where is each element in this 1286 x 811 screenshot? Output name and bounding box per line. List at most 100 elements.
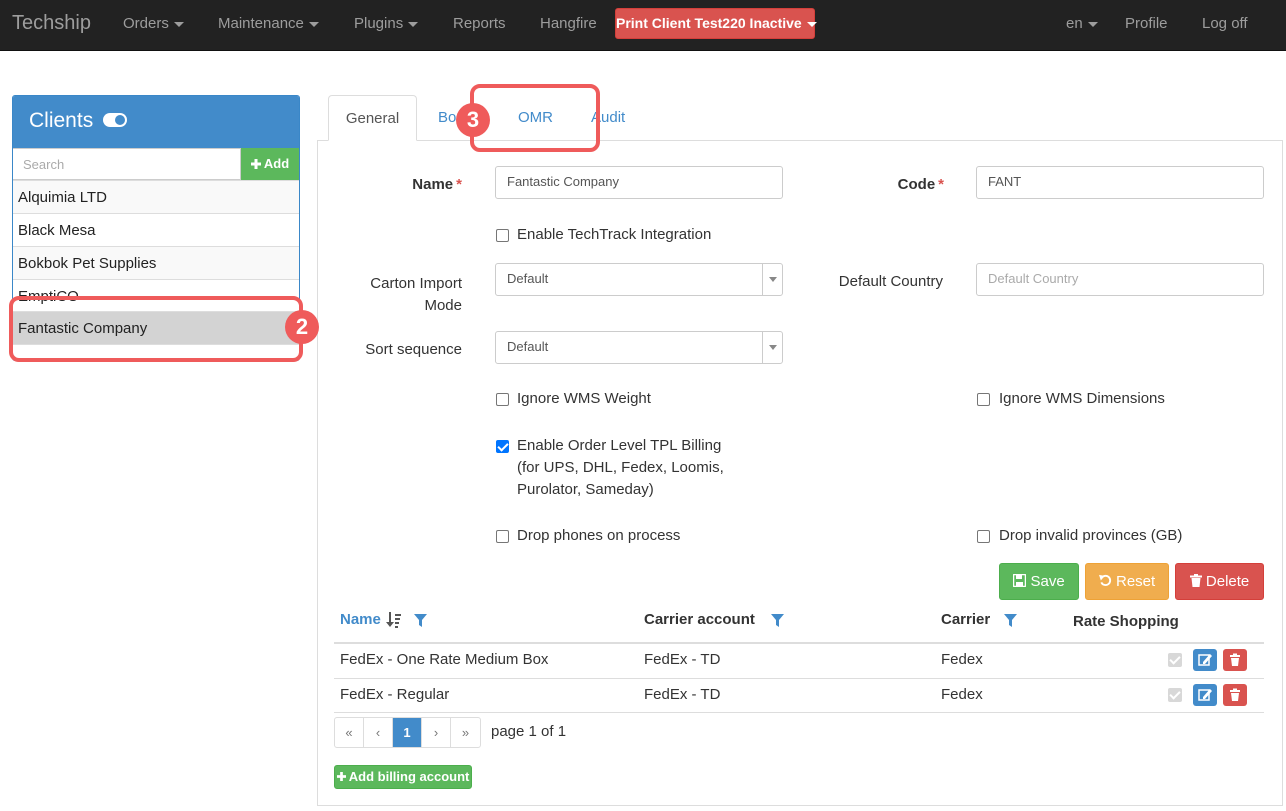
drop-provinces-label: Drop invalid provinces (GB) (999, 527, 1183, 544)
edit-button[interactable] (1193, 649, 1217, 671)
floppy-icon (1013, 573, 1027, 588)
plus-icon (336, 772, 346, 781)
name-label-text: Name (412, 176, 454, 193)
nav-maintenance-label: Maintenance (218, 15, 304, 32)
sort-sequence-label: Sort sequence (365, 341, 462, 358)
delete-row-button[interactable] (1223, 649, 1247, 671)
edit-icon (1198, 689, 1212, 701)
header-name-label: Name (340, 611, 381, 628)
add-client-label: Add (263, 156, 290, 171)
techtrack-label: Enable TechTrack Integration (517, 226, 712, 243)
nav-orders[interactable]: Orders (123, 15, 184, 32)
pager-first[interactable]: « (335, 718, 364, 747)
drop-phones-checkbox[interactable] (496, 530, 509, 543)
annotation-badge-2: 2 (285, 310, 319, 344)
client-list-item[interactable]: Black Mesa (13, 214, 299, 247)
nav-plugins[interactable]: Plugins (354, 15, 419, 32)
carton-import-select[interactable]: Default (495, 263, 783, 296)
add-client-button[interactable]: Add (241, 148, 299, 180)
client-list-item[interactable]: Alquimia LTD (13, 181, 299, 214)
drop-phones-label: Drop phones on process (517, 527, 681, 544)
pager-info: page 1 of 1 (491, 723, 567, 740)
ignore-dimensions-checkbox[interactable] (977, 393, 990, 406)
nav-orders-label: Orders (123, 15, 169, 32)
header-rate-shopping: Rate Shopping (1073, 613, 1179, 630)
ignore-weight-checkbox[interactable] (496, 393, 509, 406)
pager-last[interactable]: » (451, 718, 480, 747)
delete-button[interactable]: Delete (1175, 563, 1264, 600)
edit-icon (1198, 654, 1212, 666)
reset-button[interactable]: Reset (1085, 563, 1169, 600)
delete-label: Delete (1205, 573, 1250, 590)
chevron-down-icon (173, 21, 184, 27)
nav-profile[interactable]: Profile (1125, 15, 1168, 32)
clients-title: Clients (29, 109, 94, 132)
chevron-down-icon (762, 332, 782, 363)
cell-carrier: Fedex (941, 686, 983, 703)
header-name[interactable]: Name (340, 611, 381, 628)
filter-icon[interactable] (1004, 614, 1017, 627)
sort-sequence-select[interactable]: Default (495, 331, 783, 364)
save-button[interactable]: Save (999, 563, 1079, 600)
ignore-dimensions-label: Ignore WMS Dimensions (999, 390, 1165, 407)
chevron-down-icon (308, 21, 319, 27)
filter-icon[interactable] (414, 614, 427, 627)
nav-reports[interactable]: Reports (453, 15, 506, 32)
nav-logoff[interactable]: Log off (1202, 15, 1248, 32)
cell-name: FedEx - One Rate Medium Box (340, 651, 549, 668)
print-client-button[interactable]: Print Client Test220 Inactive (615, 8, 817, 39)
annotation-highlight-client (9, 296, 303, 362)
nav-maintenance[interactable]: Maintenance (218, 15, 319, 32)
default-country-label: Default Country (838, 273, 943, 290)
cell-name: FedEx - Regular (340, 686, 450, 703)
required-marker: * (456, 176, 462, 193)
carton-import-label-line2: Mode (424, 297, 462, 314)
tab-content (317, 140, 1283, 806)
default-country-input[interactable]: Default Country (976, 263, 1264, 296)
cell-carrier-account: FedEx - TD (644, 686, 721, 703)
annotation-badge-3: 3 (456, 103, 490, 137)
pager: « ‹ 1 › » (334, 717, 481, 748)
pager-next[interactable]: › (422, 718, 451, 747)
undo-icon (1098, 574, 1111, 586)
client-list-item[interactable]: Bokbok Pet Supplies (13, 247, 299, 280)
required-marker: * (938, 176, 944, 193)
name-label: Name * (380, 176, 462, 193)
carton-import-label-line1: Carton Import (370, 275, 462, 292)
language-dropdown[interactable]: en (1066, 15, 1098, 32)
rate-shopping-checkbox (1168, 653, 1182, 667)
client-search-input[interactable] (13, 148, 241, 180)
tab-bo[interactable]: Bo (438, 95, 456, 141)
sort-desc-icon[interactable] (386, 611, 402, 629)
header-carrier-account[interactable]: Carrier account (644, 611, 755, 628)
plus-icon (250, 159, 261, 169)
code-input[interactable]: FANT (976, 166, 1264, 199)
trash-icon (1189, 574, 1202, 587)
brand-logo[interactable]: Techship (12, 12, 91, 35)
grid-row-divider (334, 678, 1264, 679)
tab-general[interactable]: General (328, 95, 417, 141)
rate-shopping-checkbox (1168, 688, 1182, 702)
code-label-text: Code (897, 176, 936, 193)
language-label: en (1066, 15, 1083, 32)
carton-import-value: Default (507, 271, 549, 286)
add-billing-account-button[interactable]: Add billing account (334, 765, 472, 789)
nav-hangfire[interactable]: Hangfire (540, 15, 597, 32)
toggle-icon[interactable] (103, 112, 128, 127)
delete-row-button[interactable] (1223, 684, 1247, 706)
techtrack-checkbox[interactable] (496, 229, 509, 242)
filter-icon[interactable] (771, 614, 784, 627)
grid-row-divider (334, 712, 1264, 713)
drop-provinces-checkbox[interactable] (977, 530, 990, 543)
tpl-billing-checkbox[interactable] (496, 440, 509, 453)
cell-carrier: Fedex (941, 651, 983, 668)
edit-button[interactable] (1193, 684, 1217, 706)
sort-sequence-value: Default (507, 339, 549, 354)
name-input[interactable]: Fantastic Company (495, 166, 783, 199)
top-navbar: Techship Orders Maintenance Plugins Repo… (0, 0, 1286, 51)
chevron-down-icon (806, 21, 817, 27)
pager-prev[interactable]: ‹ (364, 718, 393, 747)
toggle-knob (115, 114, 126, 125)
pager-page-current[interactable]: 1 (393, 718, 422, 747)
header-carrier[interactable]: Carrier (941, 611, 990, 628)
